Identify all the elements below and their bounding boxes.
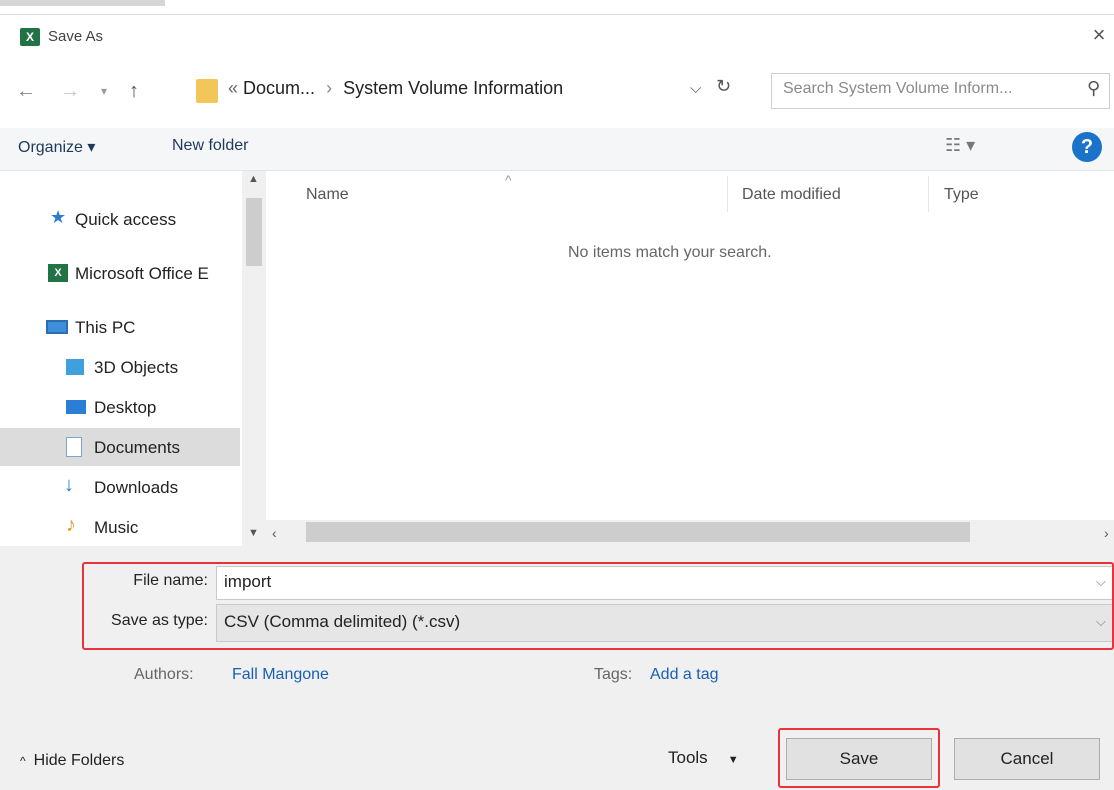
authors-label: Authors: [134,666,194,683]
cube-icon [66,359,84,375]
computer-icon [46,320,68,334]
breadcrumb-overflow[interactable]: « [228,78,238,98]
excel-icon: X [20,28,40,46]
recent-locations-icon[interactable]: ▾ [92,78,116,104]
new-folder-button[interactable]: New folder [172,137,248,155]
column-header-type[interactable]: Type [944,186,979,204]
organize-button[interactable]: Organize ▾ [18,137,95,157]
refresh-icon[interactable]: ↻ [716,76,731,97]
sidebar-item-quick-access[interactable]: ★ Quick access [0,202,240,236]
folder-icon [196,79,218,103]
sidebar-item-music[interactable]: ♪ Music [0,510,240,544]
breadcrumb-documents[interactable]: Docum... [243,78,315,98]
tools-label: Tools [668,748,708,767]
scroll-down-icon[interactable]: ▼ [248,527,259,539]
tools-menu[interactable]: Tools ▼ [668,748,739,768]
column-divider[interactable] [727,176,728,212]
scroll-up-icon[interactable]: ▲ [248,173,259,185]
close-icon[interactable]: × [1084,20,1114,50]
hide-folders-label: Hide Folders [33,752,125,769]
column-header-date-modified[interactable]: Date modified [742,186,841,204]
highlight-annotation-save [778,728,940,788]
authors-value[interactable]: Fall Mangone [232,666,329,684]
column-header-name[interactable]: Name [306,186,349,204]
help-icon[interactable]: ? [1072,132,1102,162]
empty-list-message: No items match your search. [568,244,772,261]
top-window-edge [0,0,1114,15]
sidebar-scroll-thumb[interactable] [246,198,262,266]
breadcrumb: « Docum... › System Volume Information [228,78,563,99]
dialog-title: Save As [48,28,104,45]
scroll-right-icon[interactable]: › [1104,525,1109,541]
sidebar-item-documents[interactable]: Documents [0,428,240,466]
up-arrow-icon[interactable]: ↑ [122,78,146,104]
sidebar-item-microsoft-office[interactable]: X Microsoft Office E [0,256,240,290]
cancel-button[interactable]: Cancel [954,738,1100,780]
column-divider[interactable] [928,176,929,212]
chevron-down-icon: ▼ [727,754,739,766]
search-input[interactable]: Search System Volume Inform... [783,80,1012,98]
back-arrow-icon[interactable]: ← [14,78,38,104]
background-tab [0,0,165,6]
excel-icon: X [48,264,68,282]
sort-ascending-icon: ^ [505,172,512,188]
tags-label: Tags: [594,666,633,683]
breadcrumb-current-folder[interactable]: System Volume Information [343,78,563,98]
music-icon: ♪ [66,514,76,536]
star-icon: ★ [50,207,67,227]
sidebar-item-desktop[interactable]: Desktop [0,390,240,424]
file-list[interactable] [266,171,1114,546]
desktop-icon [66,400,86,414]
horizontal-scroll-thumb[interactable] [306,522,970,542]
highlight-annotation-fields [82,562,1114,650]
search-icon[interactable]: ⚲ [1087,78,1100,99]
breadcrumb-separator: › [326,78,333,98]
download-icon: ↓ [64,474,74,496]
forward-arrow-icon[interactable]: → [58,78,82,104]
address-dropdown-icon[interactable]: ⌵ [690,80,701,97]
hide-folders-button[interactable]: ^ Hide Folders [20,752,124,770]
sidebar-item-3d-objects[interactable]: 3D Objects [0,350,240,384]
sidebar-item-this-pc[interactable]: This PC [0,310,240,344]
scroll-left-icon[interactable]: ‹ [272,525,277,541]
chevron-up-icon: ^ [20,754,26,768]
sidebar-item-downloads[interactable]: ↓ Downloads [0,470,240,504]
view-options-icon[interactable]: ☷ ▾ [945,135,975,156]
document-icon [66,437,82,457]
add-tag-link[interactable]: Add a tag [650,666,719,684]
